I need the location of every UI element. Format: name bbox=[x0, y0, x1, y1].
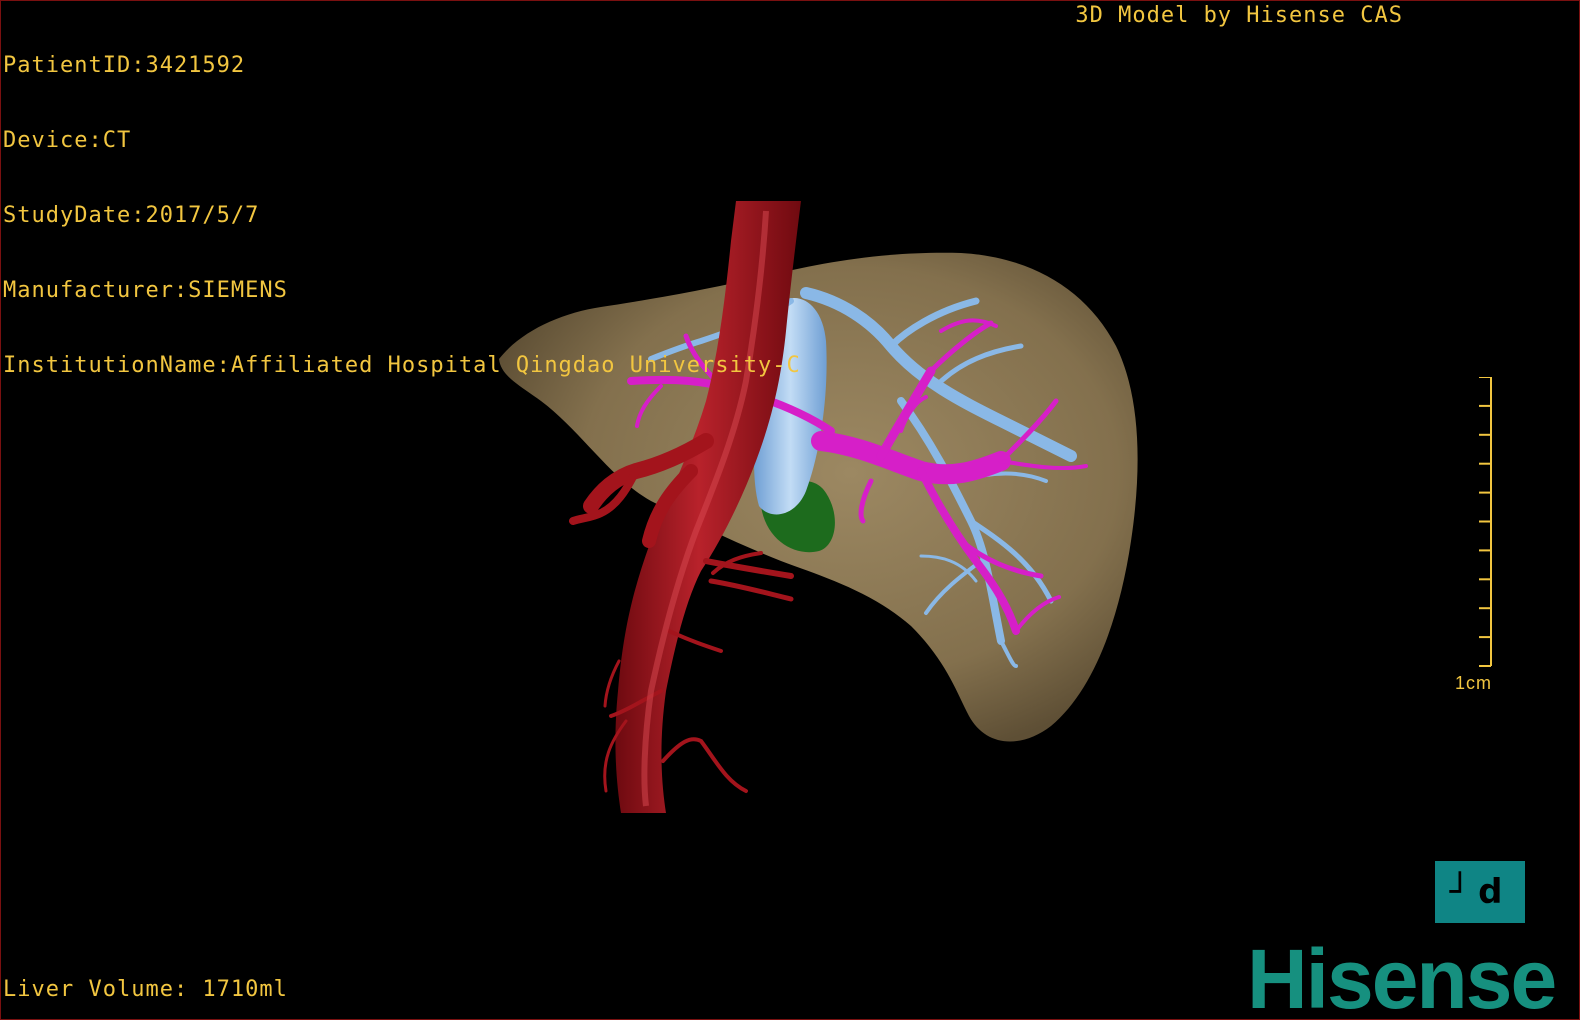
institution-name: InstitutionName:Affiliated Hospital Qing… bbox=[3, 353, 801, 378]
dicom-info-panel: PatientID:3421592 Device:CT StudyDate:20… bbox=[3, 3, 801, 428]
device: Device:CT bbox=[3, 128, 132, 153]
liver-volume: Liver Volume: 1710ml bbox=[3, 977, 288, 1002]
view-orientation-icon: ┘d bbox=[1449, 872, 1511, 912]
scale-bar bbox=[1479, 377, 1492, 667]
view-orientation-button[interactable]: ┘d bbox=[1435, 861, 1525, 923]
model-credit: 3D Model by Hisense CAS bbox=[1075, 3, 1403, 28]
patient-id: PatientID:3421592 bbox=[3, 53, 246, 78]
scale-label: 1cm bbox=[1455, 673, 1493, 693]
manufacturer: Manufacturer:SIEMENS bbox=[3, 278, 288, 303]
3d-viewport[interactable]: PatientID:3421592 Device:CT StudyDate:20… bbox=[0, 0, 1580, 1020]
study-date: StudyDate:2017/5/7 bbox=[3, 203, 260, 228]
hisense-logo: Hisense bbox=[1247, 932, 1557, 1020]
